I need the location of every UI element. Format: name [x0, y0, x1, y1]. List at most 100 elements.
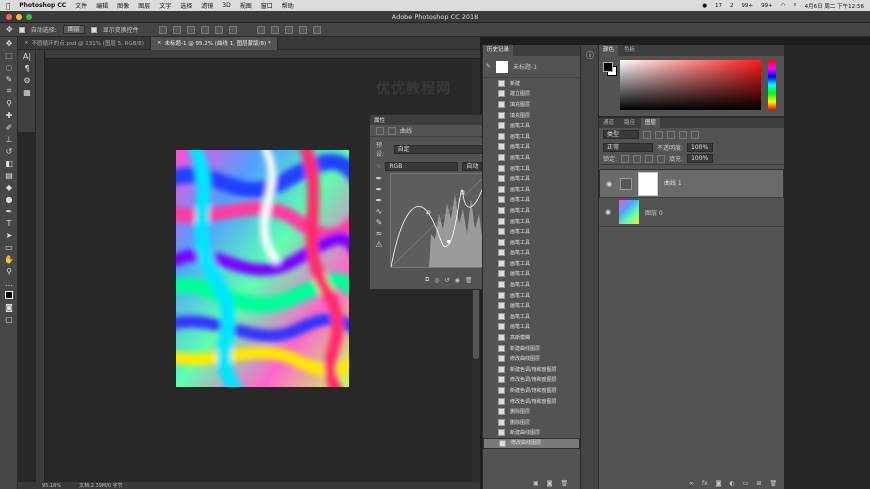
history-item[interactable]: 删除图层: [483, 417, 580, 428]
status-count-3[interactable]: 99+: [742, 3, 754, 9]
gradient-tool-icon[interactable]: ▤: [0, 169, 18, 181]
lasso-tool-icon[interactable]: ◌: [0, 61, 18, 73]
screen-mode-icon[interactable]: ▢: [0, 313, 18, 325]
clock[interactable]: 4月6日 周二 下午12:56: [805, 2, 864, 10]
history-item[interactable]: 填充图层: [483, 110, 580, 121]
history-item[interactable]: 画笔工具: [483, 120, 580, 131]
new-adjustment-icon[interactable]: ◐: [730, 480, 735, 487]
layer-style-icon[interactable]: fx: [702, 480, 708, 487]
visibility-eye-icon[interactable]: ◉: [604, 180, 614, 188]
wifi-icon[interactable]: ◠: [781, 3, 786, 9]
history-item[interactable]: 画笔工具: [483, 226, 580, 237]
zoom-level[interactable]: 95.18%: [42, 483, 61, 489]
history-item[interactable]: 画笔工具: [483, 279, 580, 290]
brush-tool-icon[interactable]: ✐: [0, 121, 18, 133]
healing-brush-icon[interactable]: ✚: [0, 109, 18, 121]
status-count-1[interactable]: 17: [715, 3, 722, 9]
paragraph-panel-icon[interactable]: ¶: [18, 62, 36, 74]
layer-row-base[interactable]: ◉ 图层 0: [599, 198, 784, 227]
new-doc-from-state-icon[interactable]: ▣: [533, 480, 539, 487]
history-snapshot[interactable]: ✎ 未标题-1: [483, 56, 580, 78]
quick-mask-icon[interactable]: ◙: [0, 301, 18, 313]
history-item[interactable]: 画笔工具: [483, 173, 580, 184]
3d-slide-icon[interactable]: [298, 25, 307, 34]
close-tab-icon[interactable]: ×: [157, 40, 162, 46]
history-item[interactable]: 画笔工具: [483, 152, 580, 163]
history-item[interactable]: 画笔工具: [483, 205, 580, 216]
white-point-icon[interactable]: ✒: [373, 195, 385, 206]
history-item[interactable]: 填充图层: [483, 99, 580, 110]
tab-doc-2[interactable]: × 未标题-1 @ 95.2% (曲线 1, 图层蒙版/8) *: [150, 36, 278, 50]
history-item[interactable]: 新建色调/饱和度图层: [483, 364, 580, 375]
tab-swatches[interactable]: 色板: [620, 45, 639, 56]
marquee-tool-icon[interactable]: ⬚: [0, 49, 18, 61]
search-icon[interactable]: ⌕: [794, 2, 797, 9]
info-icon[interactable]: ⓘ: [581, 49, 599, 61]
tool-presets-icon[interactable]: ⚙: [18, 74, 36, 86]
zoom-tool-icon[interactable]: ⚲: [0, 265, 18, 277]
fill-input[interactable]: 100%: [687, 154, 714, 163]
3d-pan-icon[interactable]: [284, 25, 293, 34]
snapshot-camera-icon[interactable]: ◙: [547, 480, 553, 487]
swatches-icon[interactable]: ▦: [18, 86, 36, 98]
clip-to-layer-icon[interactable]: ⧉: [425, 276, 429, 284]
pencil-icon[interactable]: ✎: [373, 217, 385, 228]
add-mask-icon[interactable]: ◙: [716, 480, 722, 487]
reset-icon[interactable]: ↺: [445, 277, 450, 284]
menu-file[interactable]: 文件: [75, 1, 87, 10]
auto-button[interactable]: 自动: [462, 162, 483, 171]
history-item[interactable]: 画笔工具: [483, 311, 580, 322]
history-item[interactable]: 画笔工具: [483, 216, 580, 227]
stamp-tool-icon[interactable]: ⊥: [0, 133, 18, 145]
filter-adjust-icon[interactable]: [655, 130, 663, 139]
menu-edit[interactable]: 编辑: [96, 1, 108, 10]
menu-view[interactable]: 视图: [240, 1, 252, 10]
move-tool-icon[interactable]: ✥: [6, 25, 13, 34]
history-item[interactable]: 新建: [483, 78, 580, 89]
history-item[interactable]: 画笔工具: [483, 248, 580, 259]
filter-type-icon[interactable]: [667, 130, 675, 139]
path-select-icon[interactable]: ➤: [0, 229, 18, 241]
visibility-eye-icon[interactable]: ◉: [603, 208, 613, 216]
history-item[interactable]: 建立图层: [483, 89, 580, 100]
tab-doc-1[interactable]: × 不圆循环的点.psd @ 131% (图层 5, RGB/8): [18, 36, 151, 50]
tab-paths[interactable]: 路径: [620, 118, 639, 129]
history-item[interactable]: 画笔工具: [483, 131, 580, 142]
history-item[interactable]: 画笔工具: [483, 322, 580, 333]
channel-dropdown[interactable]: RGB: [385, 162, 459, 171]
align-left-icon[interactable]: [158, 25, 167, 34]
history-brush-source-icon[interactable]: ✎: [486, 63, 491, 70]
menu-help[interactable]: 帮助: [282, 1, 294, 10]
more-tools-icon[interactable]: …: [0, 277, 18, 289]
clipping-icon[interactable]: ⚠: [373, 239, 385, 250]
curve-edit-icon[interactable]: ∿: [373, 206, 385, 217]
color-swatch-icon[interactable]: [0, 289, 18, 301]
visibility-icon[interactable]: ◉: [455, 277, 460, 284]
hue-slider[interactable]: [768, 60, 776, 110]
pen-tool-icon[interactable]: ✒: [0, 205, 18, 217]
horizontal-ruler[interactable]: [36, 50, 480, 59]
smooth-icon[interactable]: ≈: [373, 228, 385, 239]
link-layers-icon[interactable]: ∞: [689, 480, 694, 487]
status-count-4[interactable]: 99+: [761, 3, 773, 9]
character-panel-icon[interactable]: A|: [18, 50, 36, 62]
crop-tool-icon[interactable]: ⌗: [0, 85, 18, 97]
history-item[interactable]: 新建曲线图层: [483, 428, 580, 439]
history-item[interactable]: 高斯模糊: [483, 332, 580, 343]
chat-icon[interactable]: ●: [702, 3, 707, 9]
history-item[interactable]: 新建曲线图层: [483, 343, 580, 354]
history-item[interactable]: 画笔工具: [483, 258, 580, 269]
vertical-ruler[interactable]: [36, 50, 45, 482]
history-item[interactable]: 修改曲线图层: [483, 353, 580, 364]
quick-select-icon[interactable]: ✎: [0, 73, 18, 85]
menu-layer[interactable]: 图层: [138, 1, 150, 10]
align-right-icon[interactable]: [186, 25, 195, 34]
history-item[interactable]: 画笔工具: [483, 195, 580, 206]
history-item[interactable]: 修改色调/饱和度图层: [483, 375, 580, 386]
3d-orbit-icon[interactable]: [256, 25, 265, 34]
color-field[interactable]: [620, 60, 761, 110]
delete-state-icon[interactable]: 🗑: [561, 480, 569, 487]
3d-scale-icon[interactable]: [312, 25, 321, 34]
tab-channels[interactable]: 通道: [599, 118, 618, 129]
tab-layers[interactable]: 图层: [641, 117, 661, 129]
